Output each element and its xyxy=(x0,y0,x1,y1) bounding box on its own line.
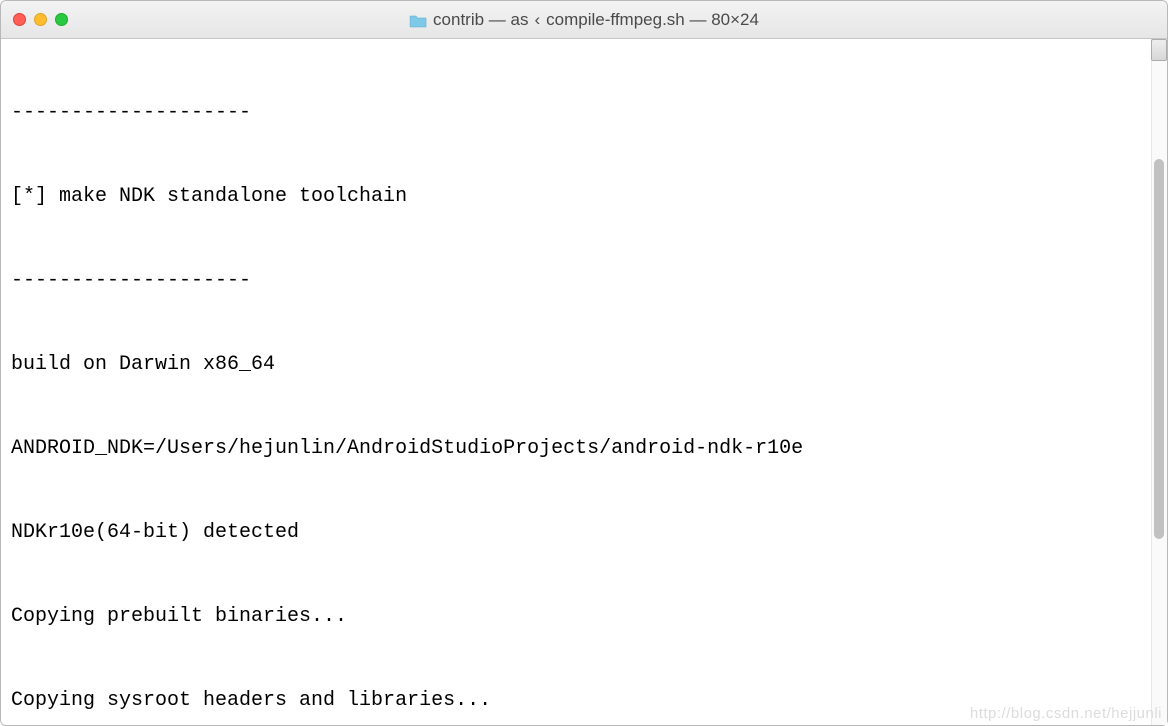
terminal-line: NDKr10e(64-bit) detected xyxy=(11,519,1157,547)
scrollbar[interactable] xyxy=(1151,39,1167,725)
terminal-line: [*] make NDK standalone toolchain xyxy=(11,183,1157,211)
title-suffix: compile-ffmpeg.sh — 80×24 xyxy=(546,10,759,30)
terminal-output[interactable]: -------------------- [*] make NDK standa… xyxy=(1,39,1167,725)
window-title: contrib — as ‹ compile-ffmpeg.sh — 80×24 xyxy=(409,10,759,30)
terminal-line: -------------------- xyxy=(11,99,1157,127)
terminal-window: contrib — as ‹ compile-ffmpeg.sh — 80×24… xyxy=(0,0,1168,726)
scroll-thumb[interactable] xyxy=(1154,159,1164,539)
title-prefix: contrib — as xyxy=(433,10,528,30)
terminal-line: build on Darwin x86_64 xyxy=(11,351,1157,379)
title-separator: ‹ xyxy=(534,10,540,30)
terminal-line: ANDROID_NDK=/Users/hejunlin/AndroidStudi… xyxy=(11,435,1157,463)
terminal-line: Copying sysroot headers and libraries... xyxy=(11,687,1157,715)
folder-icon xyxy=(409,13,427,27)
terminal-line: Copying prebuilt binaries... xyxy=(11,603,1157,631)
window-controls xyxy=(13,13,68,26)
maximize-button[interactable] xyxy=(55,13,68,26)
terminal-line: -------------------- xyxy=(11,267,1157,295)
close-button[interactable] xyxy=(13,13,26,26)
titlebar[interactable]: contrib — as ‹ compile-ffmpeg.sh — 80×24 xyxy=(1,1,1167,39)
scroll-indicator-icon[interactable] xyxy=(1151,39,1167,61)
minimize-button[interactable] xyxy=(34,13,47,26)
